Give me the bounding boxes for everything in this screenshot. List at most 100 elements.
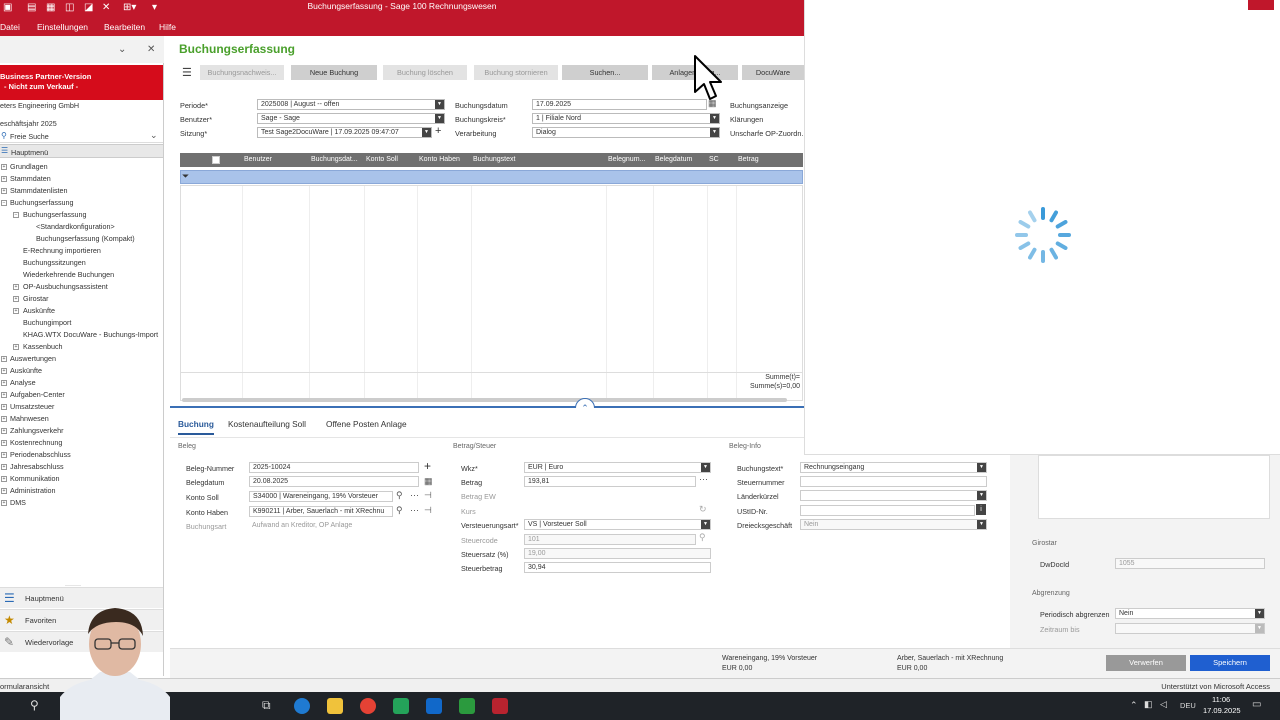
add-icon[interactable]: + — [424, 459, 431, 473]
speichern-button[interactable]: Speichern — [1190, 655, 1270, 671]
tree-item[interactable]: <Standardkonfiguration> — [36, 222, 115, 231]
outlook-icon[interactable] — [426, 698, 442, 714]
language-indicator[interactable]: DEU — [1180, 701, 1196, 710]
tree-item[interactable]: Kommunikation — [10, 474, 60, 483]
tree-item[interactable]: KHAG.WTX DocuWare - Buchungs-Import — [23, 330, 158, 339]
column-header[interactable]: Konto Haben — [419, 156, 460, 163]
close-icon[interactable]: ✕ — [147, 44, 155, 55]
dropdown-arrow-icon[interactable]: ▼ — [701, 463, 710, 472]
laenderkuerzel-select[interactable]: ▼ — [800, 490, 987, 501]
buchungsnachweis-button[interactable]: Buchungsnachweis... — [200, 65, 284, 80]
tree-item[interactable]: Auskünfte — [10, 366, 42, 375]
notes-area[interactable] — [1038, 455, 1270, 519]
suchen-button[interactable]: Suchen... — [562, 65, 648, 80]
hamburger-menu-icon[interactable]: ☰ — [182, 66, 192, 79]
chrome-icon[interactable] — [360, 698, 376, 714]
dropdown-arrow-icon[interactable]: ▼ — [977, 463, 986, 472]
belegdatum-input[interactable]: 20.08.2025 — [249, 476, 419, 487]
column-header[interactable]: Belegdatum — [655, 156, 692, 163]
tree-item[interactable]: Buchungserfassung — [10, 198, 74, 207]
buchungskreis-select[interactable]: 1 | Filiale Nord ▼ — [532, 113, 720, 124]
tree-item[interactable]: Mahnwesen — [10, 414, 49, 423]
versteuerungsart-select[interactable]: VS | Vorsteuer Soll ▼ — [524, 519, 711, 530]
tree-item[interactable]: Kassenbuch — [23, 342, 63, 351]
task-view-icon[interactable]: ⧉ — [262, 698, 271, 713]
search-icon[interactable]: ⚲ — [396, 490, 403, 501]
tray-chevron-icon[interactable]: ⌃ — [1130, 700, 1138, 711]
sitzung-select[interactable]: Test Sage2DocuWare | 17.09.2025 09:47:07… — [257, 127, 432, 138]
tree-item[interactable]: Auswertungen — [10, 354, 56, 363]
column-header[interactable]: Benutzer — [244, 156, 272, 163]
expand-icon[interactable]: + — [1, 452, 7, 458]
edge-icon[interactable] — [294, 698, 310, 714]
column-header[interactable]: SC — [709, 156, 719, 163]
tree-item[interactable]: Buchungserfassung — [23, 210, 87, 219]
sage-icon[interactable] — [459, 698, 475, 714]
buchungstext-select[interactable]: Rechnungseingang ▼ — [800, 462, 987, 473]
dropdown-arrow-icon[interactable]: ▼ — [435, 114, 444, 123]
column-header[interactable]: Konto Soll — [366, 156, 398, 163]
tree-item[interactable]: E-Rechnung importieren — [23, 246, 101, 255]
tree-item[interactable]: Girostar — [23, 294, 49, 303]
tree-item[interactable]: Analyse — [10, 378, 36, 387]
steuerbetrag-input[interactable]: 30,94 — [524, 562, 711, 573]
expand-icon[interactable]: + — [1, 488, 7, 494]
konto-soll-input[interactable]: S34000 | Wareneingang, 19% Vorsteuer — [249, 491, 393, 502]
dreiecksgeschaeft-select[interactable]: Nein ▼ — [800, 519, 987, 530]
menu-bearbeiten[interactable]: Bearbeiten — [104, 22, 145, 32]
search-icon[interactable]: ⚲ — [30, 698, 39, 712]
expand-icon[interactable]: + — [1, 500, 7, 506]
expand-icon[interactable]: + — [1, 404, 7, 410]
chevron-down-icon[interactable]: ⌄ — [150, 130, 158, 141]
horizontal-scrollbar[interactable] — [182, 398, 787, 402]
tree-item[interactable]: Aufgaben-Center — [10, 390, 65, 399]
dropdown-arrow-icon[interactable]: ▼ — [977, 491, 986, 500]
tree-item[interactable]: Umsatzsteuer — [10, 402, 54, 411]
tab-offene-posten[interactable]: Offene Posten Anlage — [326, 419, 407, 429]
expand-icon[interactable]: + — [13, 308, 19, 314]
expand-icon[interactable]: + — [1, 380, 7, 386]
option-buchungsanzeige[interactable]: Buchungsanzeige — [730, 101, 788, 110]
speaker-icon[interactable]: ◁ — [1160, 699, 1167, 710]
add-icon[interactable]: + — [435, 125, 441, 137]
menu-hilfe[interactable]: Hilfe — [159, 22, 176, 32]
close-button[interactable] — [1248, 0, 1274, 10]
dropdown-arrow-icon[interactable]: ▼ — [977, 520, 986, 529]
option-unscharfe-op[interactable]: Unscharfe OP-Zuordn. — [730, 129, 803, 138]
column-header[interactable]: Buchungsdat... — [311, 156, 358, 163]
tree-item[interactable]: Administration — [10, 486, 56, 495]
ustid-input[interactable] — [800, 505, 975, 516]
tree-item[interactable]: Buchungserfassung (Kompakt) — [36, 234, 135, 243]
tab-kostenaufteilung[interactable]: Kostenaufteilung Soll — [228, 419, 306, 429]
periode-select[interactable]: 2025008 | August -- offen ▼ — [257, 99, 445, 110]
tree-item[interactable]: Auskünfte — [23, 306, 55, 315]
chevron-down-icon[interactable]: ⌄ — [118, 44, 126, 55]
betrag-input[interactable]: 193,81 — [524, 476, 696, 487]
column-header[interactable]: Betrag — [738, 156, 759, 163]
dropdown-arrow-icon[interactable]: ▼ — [1255, 609, 1264, 618]
tree-item[interactable]: Wiederkehrende Buchungen — [23, 270, 114, 279]
expand-icon[interactable]: + — [1, 392, 7, 398]
expand-icon[interactable]: + — [13, 296, 19, 302]
buchung-stornieren-button[interactable]: Buchung stornieren — [474, 65, 558, 80]
tab-buchung[interactable]: Buchung — [178, 419, 214, 429]
file-explorer-icon[interactable] — [327, 698, 343, 714]
grid-body[interactable]: Summe(t)= Summe(s)=0,00 — [180, 185, 803, 402]
tree-item[interactable]: Stammdaten — [10, 174, 51, 183]
search-icon[interactable]: ⚲ — [396, 505, 403, 516]
collapse-icon[interactable]: − — [1, 200, 7, 206]
expand-icon[interactable]: + — [1, 416, 7, 422]
expand-icon[interactable]: + — [1, 440, 7, 446]
more-icon[interactable]: ⋯ — [699, 474, 708, 485]
tree-item[interactable]: Kostenrechnung — [10, 438, 62, 447]
verwerfen-button[interactable]: Verwerfen — [1106, 655, 1186, 671]
tree-item[interactable]: Buchungssitzungen — [23, 258, 86, 267]
wkz-select[interactable]: EUR | Euro ▼ — [524, 462, 711, 473]
dropdown-arrow-icon[interactable]: ▼ — [422, 128, 431, 137]
dropdown-arrow-icon[interactable]: ▼ — [435, 100, 444, 109]
tree-item[interactable]: Buchungimport — [23, 318, 71, 327]
filter-icon[interactable]: ⏷ — [182, 171, 189, 182]
docuware-button[interactable]: DocuWare — [742, 65, 804, 80]
expand-icon[interactable]: + — [13, 344, 19, 350]
konto-haben-input[interactable]: K990211 | Arber, Sauerlach - mit XRechnu — [249, 506, 393, 517]
